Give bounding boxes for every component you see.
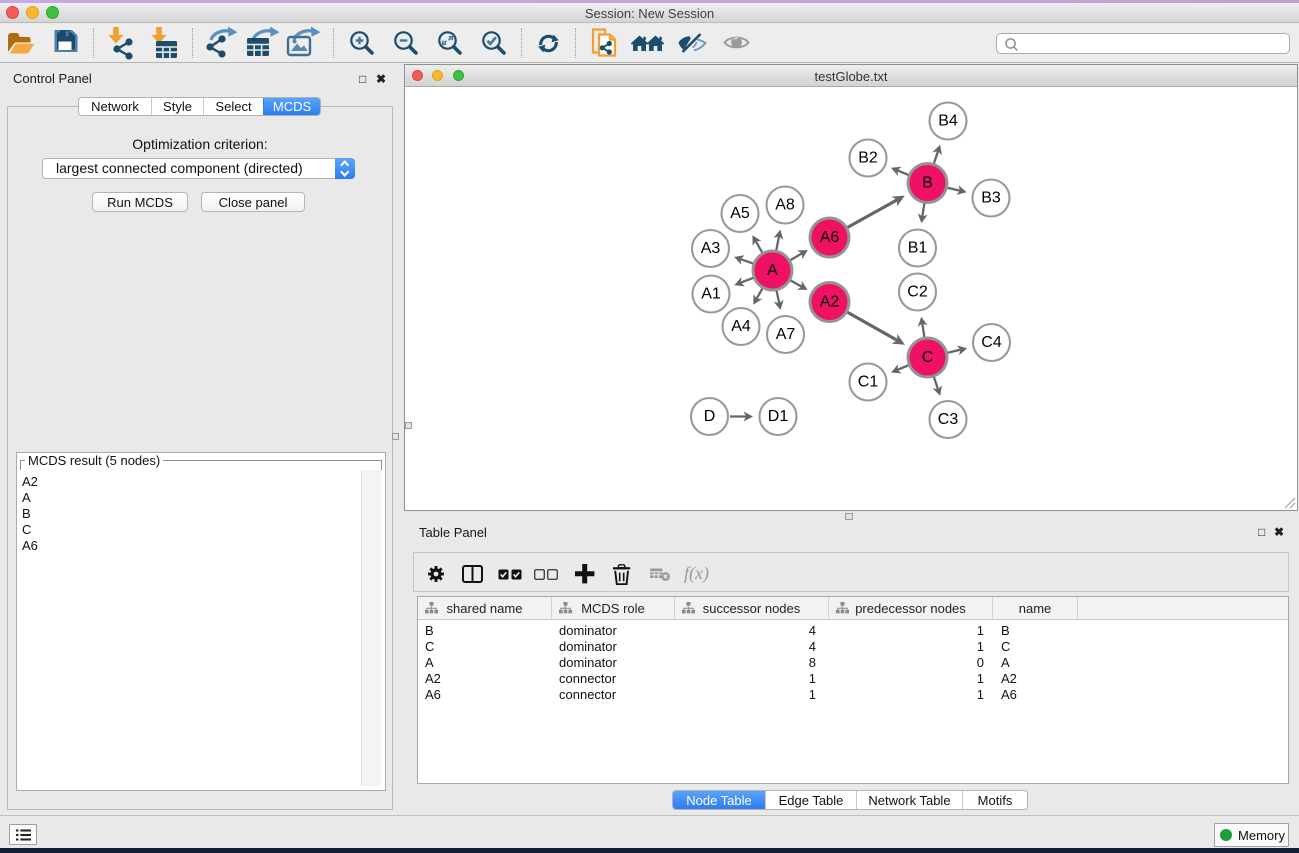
svg-text:A8: A8: [775, 197, 795, 214]
svg-text:A5: A5: [730, 205, 750, 222]
svg-text:A1: A1: [701, 286, 721, 303]
svg-text:A6: A6: [820, 229, 840, 246]
svg-text:A4: A4: [731, 318, 751, 335]
svg-text:B2: B2: [858, 150, 878, 167]
svg-text:A7: A7: [776, 326, 796, 343]
svg-text:C: C: [922, 349, 934, 366]
svg-text:f(x): f(x): [684, 565, 709, 583]
svg-text:A3: A3: [701, 240, 721, 257]
svg-text:D: D: [704, 408, 716, 425]
svg-text:A2: A2: [820, 294, 840, 311]
svg-text:B: B: [922, 175, 933, 192]
svg-text:C3: C3: [938, 411, 959, 428]
svg-text:D1: D1: [768, 408, 789, 425]
svg-text:C1: C1: [858, 374, 879, 391]
svg-text:C2: C2: [907, 284, 928, 301]
svg-text:B3: B3: [981, 190, 1001, 207]
svg-text:B1: B1: [908, 240, 928, 257]
svg-text:B4: B4: [938, 113, 958, 130]
svg-text:A: A: [767, 262, 778, 279]
svg-text:C4: C4: [981, 334, 1002, 351]
